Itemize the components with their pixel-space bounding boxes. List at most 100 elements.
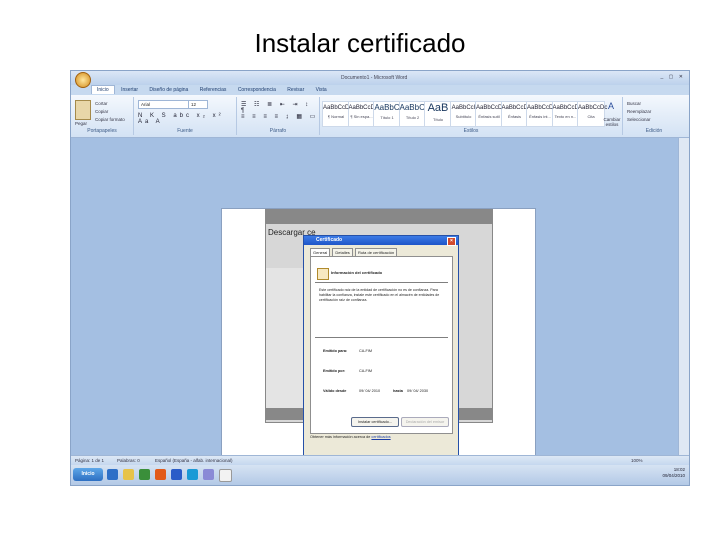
style-name: Énfasis int...: [529, 114, 551, 119]
word-screenshot: Documento1 - Microsoft Word _ ▢ ✕ Inicio…: [70, 70, 690, 486]
style-tile[interactable]: AaB Título: [424, 101, 452, 127]
style-tile[interactable]: AaBbC Título 1: [373, 101, 401, 127]
cut-button[interactable]: Cortar: [95, 101, 108, 106]
issuer-statement-button[interactable]: Declaración del emisor: [401, 417, 449, 427]
style-name: Cita: [587, 114, 595, 119]
ribbon-tabs: Inicio Insertar Diseño de página Referen…: [91, 85, 332, 95]
windows-taskbar: Inicio 18:02 09/04/2010: [71, 465, 689, 485]
valid-from-label: Válido desde: [323, 389, 347, 393]
dialog-general-panel: Información del certificado Este certifi…: [310, 256, 453, 434]
change-styles-button[interactable]: Cambiar estilos: [602, 117, 622, 127]
status-words: Palabras: 0: [117, 458, 140, 463]
window-controls[interactable]: _ ▢ ✕: [661, 74, 685, 80]
style-sample: AaBbCcDc: [578, 105, 608, 111]
font-format-buttons[interactable]: N K S abc x₂ x² Aa A: [138, 113, 236, 125]
divider-top: [315, 282, 448, 283]
word-titlebar: Documento1 - Microsoft Word _ ▢ ✕: [71, 71, 689, 88]
vertical-scrollbar[interactable]: [678, 138, 689, 455]
firefox-icon[interactable]: [155, 469, 166, 480]
paste-icon[interactable]: [75, 100, 91, 120]
tab-referencias[interactable]: Referencias: [195, 86, 232, 94]
style-sample: AaBbCcDc: [476, 105, 506, 111]
more-info-prefix: Obtener más información acerca de: [310, 435, 371, 439]
change-styles-icon[interactable]: A: [608, 101, 614, 111]
find-button[interactable]: Buscar: [627, 101, 641, 106]
system-tray: 18:02 09/04/2010: [662, 467, 685, 479]
style-name: ¶ Normal: [327, 114, 345, 119]
folder-icon[interactable]: [123, 469, 134, 480]
certificate-icon: [317, 268, 329, 280]
dialog-close-icon[interactable]: ×: [447, 237, 456, 246]
issued-to-value: CA-FIM: [359, 349, 373, 353]
tab-revisar[interactable]: Revisar: [282, 86, 309, 94]
paste-button[interactable]: Pegar: [75, 121, 87, 126]
style-tile[interactable]: AaBbCcDc Cita: [577, 101, 608, 127]
style-tile[interactable]: AaBbCcDc Énfasis int...: [526, 101, 556, 127]
group-clipboard: Pegar Cortar Copiar Copiar formato Porta…: [71, 97, 134, 135]
media-icon[interactable]: [139, 469, 150, 480]
font-name-select[interactable]: Arial: [138, 100, 190, 109]
more-info-text: Obtener más información acerca de certif…: [310, 435, 391, 439]
group-paragraph: ☰ ☷ ≣ ⇤ ⇥ ↕ ¶ ≡ ≡ ≡ ≡ ↨ ▦ ▭ Párrafo: [237, 97, 320, 135]
embedded-screenshot: Descargar ce Certificado × General Detal…: [265, 209, 493, 472]
format-painter-button[interactable]: Copiar formato: [95, 117, 125, 122]
issued-by-value: CA-FIM: [359, 369, 373, 373]
valid-to-label: hasta: [393, 389, 403, 393]
group-font: Arial 12 N K S abc x₂ x² Aa A Fuente: [134, 97, 237, 135]
ribbon: Pegar Cortar Copiar Copiar formato Porta…: [71, 95, 689, 138]
style-tile[interactable]: AaBbCc Título 2: [398, 101, 429, 127]
style-name: Título 1: [380, 115, 394, 120]
document-icon[interactable]: [219, 469, 232, 482]
group-label-clipboard: Portapapeles: [87, 128, 117, 134]
status-zoom[interactable]: 100%: [631, 458, 643, 463]
style-tile[interactable]: AaBbCcDc Texto en n...: [551, 101, 582, 127]
certificates-link[interactable]: certificados: [371, 435, 390, 439]
word-icon[interactable]: [171, 469, 182, 480]
document-page[interactable]: Descargar ce Certificado × General Detal…: [221, 208, 536, 485]
issued-to-label: Emitido para:: [323, 349, 348, 353]
embedded-toolbar: [266, 210, 492, 224]
replace-button[interactable]: Reemplazar: [627, 109, 651, 114]
slide-title: Instalar certificado: [254, 28, 466, 58]
style-tile[interactable]: AaBbCcI Subtítulo: [449, 101, 478, 127]
style-tile[interactable]: AaBbCcDc Énfasis sutil: [475, 101, 506, 127]
group-label-font: Fuente: [177, 128, 193, 134]
tab-vista[interactable]: Vista: [311, 86, 332, 94]
select-button[interactable]: Seleccionar: [627, 117, 651, 122]
install-certificate-button[interactable]: Instalar certificado...: [351, 417, 399, 427]
window-title: Documento1 - Microsoft Word: [341, 75, 408, 81]
style-sample: AaBbCc: [399, 103, 429, 112]
dialog-title: Certificado: [316, 237, 343, 243]
style-name: ¶ Sin espa...: [350, 114, 373, 119]
app-icon[interactable]: [203, 469, 214, 480]
office-button-icon[interactable]: [75, 72, 91, 88]
font-size-select[interactable]: 12: [188, 100, 208, 109]
dialog-titlebar: Certificado ×: [304, 236, 458, 246]
style-tile[interactable]: AaBbCcDc Énfasis: [500, 101, 531, 127]
issued-by-label: Emitido por:: [323, 369, 346, 373]
tab-insertar[interactable]: Insertar: [116, 86, 143, 94]
style-sample: AaBbCcI: [451, 105, 476, 111]
certificate-description: Este certificado raíz de la entidad de c…: [319, 288, 440, 302]
tab-correspondencia[interactable]: Correspondencia: [233, 86, 281, 94]
align-buttons[interactable]: ≡ ≡ ≡ ≡ ↨ ▦ ▭: [241, 113, 318, 120]
status-page: Página: 1 de 1: [75, 458, 105, 463]
ie-icon[interactable]: [107, 469, 118, 480]
style-name: Énfasis: [507, 114, 522, 119]
embedded-sidebar: [266, 268, 306, 408]
style-sample: AaBbCcDc: [501, 105, 531, 111]
group-editing: Buscar Reemplazar Seleccionar Edición: [623, 97, 685, 135]
style-sample: AaBbCcDc: [348, 105, 378, 111]
style-sample: AaB: [427, 102, 449, 114]
group-styles: AaBbCcDc ¶ Normal AaBbCcDc ¶ Sin espa... AaB…: [320, 97, 623, 135]
tab-diseno[interactable]: Diseño de página: [144, 86, 193, 94]
tab-inicio[interactable]: Inicio: [91, 85, 115, 94]
valid-from-value: 09/ 04/ 2010: [359, 389, 381, 393]
skype-icon[interactable]: [187, 469, 198, 480]
style-tile[interactable]: AaBbCcDc ¶ Sin espa...: [347, 101, 378, 127]
copy-button[interactable]: Copiar: [95, 109, 108, 114]
style-tile[interactable]: AaBbCcDc ¶ Normal: [322, 101, 353, 127]
start-button[interactable]: Inicio: [73, 468, 103, 481]
style-sample: AaBbCcDc: [323, 105, 353, 111]
style-name: Título 2: [405, 115, 420, 120]
